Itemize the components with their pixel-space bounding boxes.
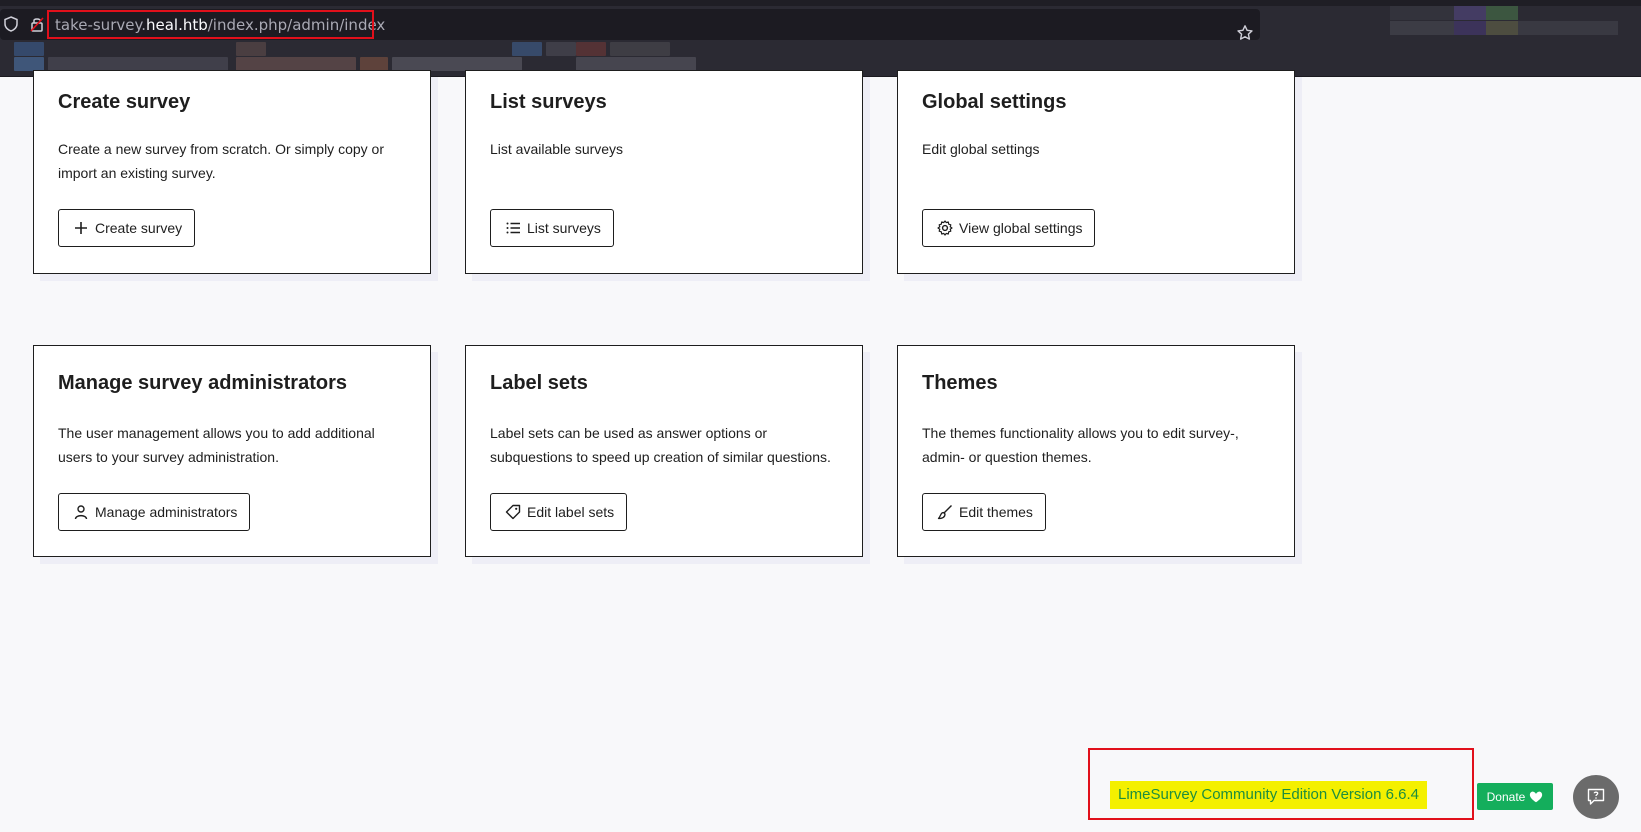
list-icon: [506, 222, 520, 234]
donate-label: Donate: [1486, 789, 1526, 804]
donate-button[interactable]: Donate: [1477, 783, 1553, 810]
card-label-sets: Label sets Label sets can be used as ans…: [465, 345, 863, 557]
card-global-settings: Global settings Edit global settings Vie…: [897, 70, 1295, 274]
card-title: Global settings: [922, 91, 1067, 113]
button-label: Edit label sets: [527, 504, 615, 520]
card-description: The user management allows you to add ad…: [58, 425, 375, 465]
card-themes: Themes The themes functionality allows y…: [897, 345, 1295, 557]
edit-label-sets-button[interactable]: Edit label sets: [490, 493, 628, 531]
help-chat-button[interactable]: [1573, 775, 1619, 819]
edit-themes-button[interactable]: Edit themes: [922, 493, 1046, 531]
button-label: List surveys: [527, 220, 601, 236]
shield-icon[interactable]: [2, 15, 20, 33]
card-manage-administrators: Manage survey administrators The user ma…: [33, 345, 431, 557]
card-description: List available surveys: [490, 141, 624, 157]
card-description: Label sets can be used as answer options…: [490, 425, 831, 465]
heart-hand-icon: [1530, 791, 1543, 802]
help-chat-icon: [1587, 788, 1605, 805]
user-icon: [74, 505, 88, 520]
card-title: Label sets: [490, 372, 588, 394]
url-highlight-box: [47, 10, 374, 39]
button-label: Edit themes: [959, 504, 1033, 520]
gear-icon: [937, 220, 953, 236]
bookmark-star-icon[interactable]: [1236, 24, 1254, 42]
card-list-surveys: List surveys List available surveys List…: [465, 70, 863, 274]
browser-toolbar: take-survey.heal.htb/index.php/admin/ind…: [0, 0, 1641, 77]
card-title: List surveys: [490, 91, 607, 113]
plus-icon: [75, 222, 87, 234]
button-label: Manage administrators: [95, 504, 238, 520]
view-global-settings-button[interactable]: View global settings: [922, 209, 1096, 247]
card-description: Edit global settings: [922, 141, 1040, 157]
card-title: Create survey: [58, 91, 191, 113]
version-label[interactable]: LimeSurvey Community Edition Version 6.6…: [1110, 781, 1427, 809]
manage-administrators-button[interactable]: Manage administrators: [58, 493, 251, 531]
insecure-lock-icon[interactable]: [28, 15, 46, 33]
list-surveys-button[interactable]: List surveys: [490, 209, 614, 247]
brush-icon: [937, 505, 952, 520]
tag-icon: [505, 504, 521, 520]
button-label: Create survey: [95, 220, 183, 236]
button-label: View global settings: [959, 220, 1083, 236]
card-title: Themes: [922, 372, 998, 394]
create-survey-button[interactable]: Create survey: [58, 209, 196, 247]
card-title: Manage survey administrators: [58, 372, 347, 394]
card-description: The themes functionality allows you to e…: [922, 425, 1239, 465]
card-description: Create a new survey from scratch. Or sim…: [58, 141, 384, 181]
card-create-survey: Create survey Create a new survey from s…: [33, 70, 431, 274]
